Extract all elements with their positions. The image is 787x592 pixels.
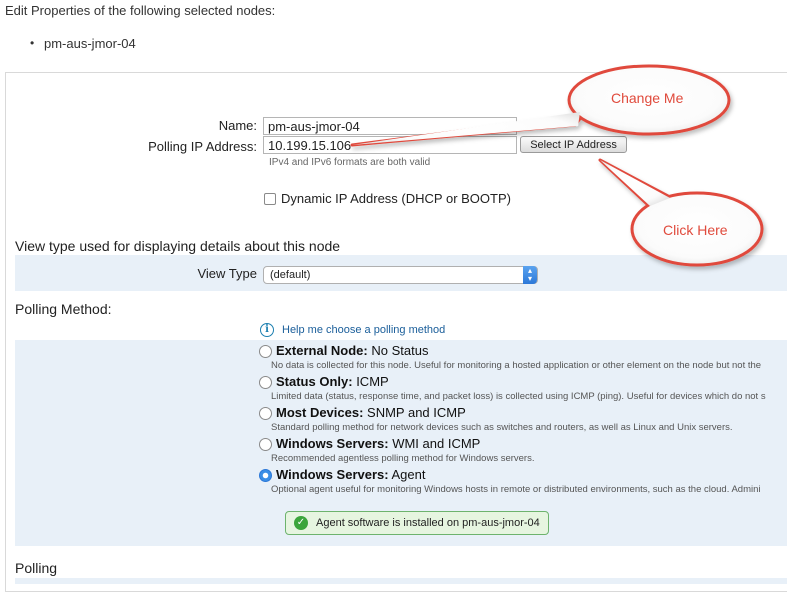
bullet-icon: • <box>30 36 35 50</box>
option-status-only-title: Status Only: ICMP <box>276 374 389 389</box>
view-type-label: View Type <box>197 266 257 281</box>
option-windows-agent-title: Windows Servers: Agent <box>276 467 426 482</box>
radio-most-devices[interactable] <box>259 407 272 420</box>
radio-windows-wmi[interactable] <box>259 438 272 451</box>
name-label: Name: <box>218 118 257 133</box>
info-icon: i <box>260 323 274 337</box>
dynamic-ip-checkbox[interactable] <box>264 193 276 205</box>
view-type-select[interactable]: (default) ▴ ▾ <box>263 266 538 284</box>
help-choose-polling-link[interactable]: Help me choose a polling method <box>282 324 445 336</box>
option-most-devices-title: Most Devices: SNMP and ICMP <box>276 405 466 420</box>
option-status-only-desc: Limited data (status, response time, and… <box>271 391 766 402</box>
dynamic-ip-label: Dynamic IP Address (DHCP or BOOTP) <box>281 191 511 206</box>
radio-status-only[interactable] <box>259 376 272 389</box>
ip-format-hint: IPv4 and IPv6 formats are both valid <box>269 157 431 168</box>
selected-node-name: pm-aus-jmor-04 <box>44 36 136 51</box>
polling-band <box>15 578 787 584</box>
click-here-callout-text: Click Here <box>663 222 728 238</box>
option-windows-wmi-title: Windows Servers: WMI and ICMP <box>276 436 481 451</box>
view-type-selected: (default) <box>270 269 311 281</box>
select-ip-address-button[interactable]: Select IP Address <box>520 136 627 153</box>
agent-status-text: Agent software is installed on pm-aus-jm… <box>316 517 540 529</box>
polling-ip-input[interactable] <box>263 136 517 154</box>
option-external-node-desc: No data is collected for this node. Usef… <box>271 360 762 371</box>
agent-status-box: ✓ Agent software is installed on pm-aus-… <box>285 511 549 535</box>
option-windows-wmi-desc: Recommended agentless polling method for… <box>271 453 535 464</box>
option-external-node-title: External Node: No Status <box>276 343 429 358</box>
polling-method-section-title: Polling Method: <box>15 301 112 317</box>
option-windows-agent-desc: Optional agent useful for monitoring Win… <box>271 484 761 495</box>
name-input[interactable] <box>263 117 517 135</box>
page-header: Edit Properties of the following selecte… <box>5 3 276 18</box>
view-type-section-title: View type used for displaying details ab… <box>15 238 341 254</box>
polling-ip-label: Polling IP Address: <box>148 139 257 154</box>
change-me-callout-text: Change Me <box>611 90 684 106</box>
chevron-updown-icon: ▴ ▾ <box>523 266 537 284</box>
polling-section-title: Polling <box>15 560 58 576</box>
option-most-devices-desc: Standard polling method for network devi… <box>271 422 733 433</box>
radio-external-node[interactable] <box>259 345 272 358</box>
check-circle-icon: ✓ <box>294 516 308 530</box>
radio-windows-agent[interactable] <box>259 469 272 482</box>
